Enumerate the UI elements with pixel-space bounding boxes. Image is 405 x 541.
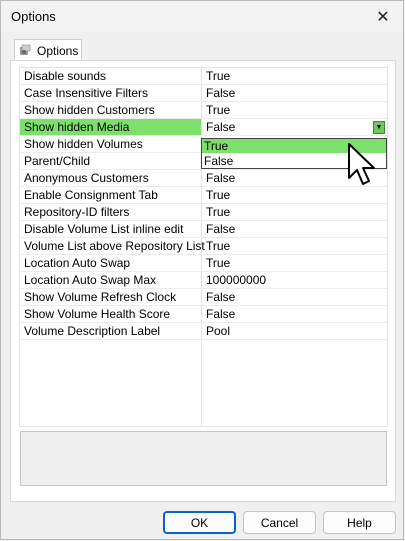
property-name: Volume List above Repository List [24,239,205,253]
property-name: Show hidden Media [24,120,130,134]
property-value[interactable]: False [206,171,235,185]
property-name: Show Volume Health Score [24,307,171,321]
table-row[interactable]: Volume List above Repository List True [20,238,387,255]
table-row[interactable]: Repository-ID filters True [20,204,387,221]
property-grid: Disable sounds True Case Insensitive Fil… [19,67,388,427]
property-name: Case Insensitive Filters [24,86,149,100]
property-value[interactable]: True [206,103,230,117]
property-value[interactable]: True [206,239,230,253]
cancel-button[interactable]: Cancel [243,511,316,534]
options-window: Options ✕ Options Disable sounds True Ca… [0,0,404,540]
help-button[interactable]: Help [323,511,396,534]
table-row[interactable]: Location Auto Swap True [20,255,387,272]
title-bar: Options ✕ [1,1,403,32]
mouse-pointer-icon [348,143,375,185]
property-value[interactable]: True [206,69,230,83]
property-name: Repository-ID filters [24,205,130,219]
property-name: Anonymous Customers [24,171,149,185]
property-value[interactable]: True [206,205,230,219]
property-name: Disable Volume List inline edit [24,222,184,236]
property-name: Enable Consignment Tab [24,188,158,202]
property-value[interactable]: True [206,256,230,270]
property-name: Disable sounds [24,69,107,83]
table-row[interactable]: Show Volume Refresh Clock False [20,289,387,306]
description-box [20,431,387,486]
window-title: Options [11,9,56,24]
property-name: Parent/Child [24,154,91,168]
table-row[interactable]: Volume Description Label Pool [20,323,387,340]
tab-options-label: Options [37,44,79,58]
property-value[interactable]: False [206,86,235,100]
table-row[interactable]: Location Auto Swap Max 100000000 [20,272,387,289]
table-row[interactable]: Case Insensitive Filters False [20,85,387,102]
property-value[interactable]: False [206,307,235,321]
table-row[interactable]: Show hidden Customers True [20,102,387,119]
property-name: Volume Description Label [24,324,161,338]
row-divider [20,339,387,340]
table-row[interactable]: Enable Consignment Tab True [20,187,387,204]
property-value[interactable]: Pool [206,324,230,338]
table-row[interactable]: Anonymous Customers False [20,170,387,187]
table-row[interactable]: Disable sounds True [20,68,387,85]
property-value[interactable]: False [206,290,235,304]
property-name: Location Auto Swap [24,256,131,270]
property-name: Show hidden Volumes [24,137,143,151]
close-icon[interactable]: ✕ [363,1,403,32]
property-value[interactable]: False [206,222,235,236]
chevron-down-icon[interactable]: ▼ [373,121,385,134]
property-name: Show hidden Customers [24,103,155,117]
property-value[interactable]: 100000000 [206,273,266,287]
table-row[interactable]: Disable Volume List inline edit False [20,221,387,238]
property-name: Location Auto Swap Max [24,273,157,287]
property-value[interactable]: False [206,120,235,134]
property-name: Show Volume Refresh Clock [24,290,177,304]
table-row-selected[interactable]: Show hidden Media False ▼ [20,119,387,136]
options-tab-icon [20,44,31,55]
property-value[interactable]: True [206,188,230,202]
table-row[interactable]: Show Volume Health Score False [20,306,387,323]
ok-button[interactable]: OK [163,511,236,534]
tab-options[interactable]: Options [14,39,82,61]
